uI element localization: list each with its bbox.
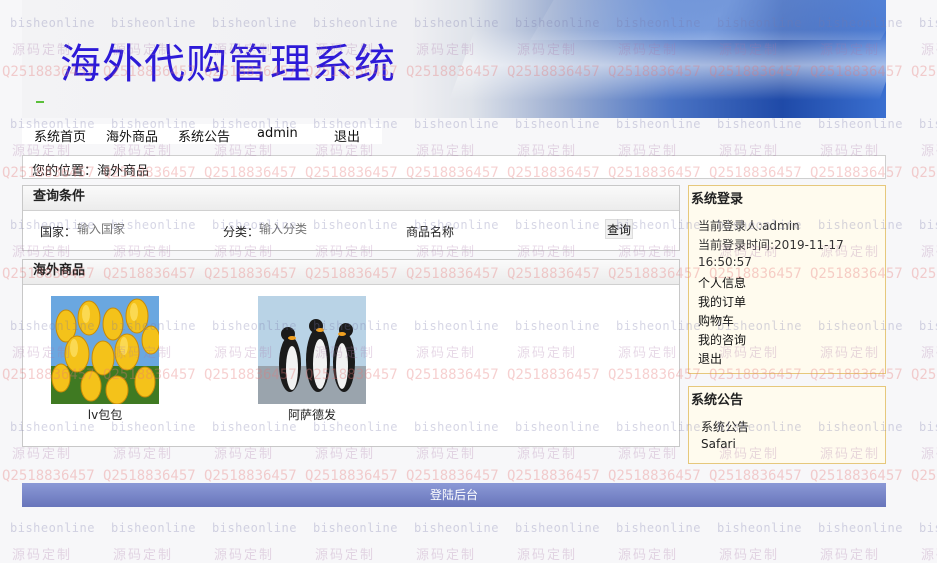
watermark-text: Q2518836457 [911, 64, 937, 80]
goods-panel: 海外商品 lv包包 阿萨德发 [22, 259, 680, 447]
watermark-text: Q2518836457 [911, 266, 937, 282]
banner-light-streak [449, 30, 886, 100]
product-name[interactable]: lv包包 [50, 406, 160, 423]
current-user: 当前登录人:admin [698, 219, 800, 233]
query-panel: 查询条件 国家： 分类： 商品名称 查询 [22, 185, 680, 251]
watermark-text: 源码定制 [618, 548, 679, 563]
watermark-text: Q2518836457 [911, 367, 937, 383]
product-name-input[interactable] [459, 219, 594, 239]
watermark-text: Q2518836457 [911, 165, 937, 181]
watermark-text: bisheonline [818, 521, 903, 535]
watermark-text: bisheonline [616, 117, 701, 131]
title-underline [36, 101, 44, 103]
watermark-text: bisheonline [818, 117, 903, 131]
watermark-text: bisheonline [717, 117, 802, 131]
link-cart[interactable]: 购物车 [698, 312, 734, 329]
watermark-text: bisheonline [919, 16, 937, 30]
penguins-photo[interactable] [258, 296, 366, 404]
watermark-text: bisheonline [10, 521, 95, 535]
watermark-text: Q2518836457 [204, 468, 297, 484]
query-panel-title: 查询条件 [23, 186, 679, 211]
notice-item[interactable]: 系统公告 [701, 418, 749, 435]
watermark-text: bisheonline [111, 521, 196, 535]
nav-notice[interactable]: 系统公告 [178, 126, 230, 145]
watermark-text: 源码定制 [517, 548, 578, 563]
watermark-text: bisheonline [919, 319, 937, 333]
watermark-text: 源码定制 [921, 548, 937, 563]
login-panel: 系统登录 当前登录人:admin 当前登录时间:2019-11-17 16:50… [688, 185, 886, 374]
watermark-text: 源码定制 [921, 144, 937, 159]
watermark-text: Q2518836457 [305, 468, 398, 484]
login-time: 当前登录时间:2019-11-17 [698, 238, 844, 252]
category-label: 分类： [223, 225, 260, 239]
watermark-text: bisheonline [717, 521, 802, 535]
watermark-text: 源码定制 [921, 43, 937, 58]
product-card[interactable]: lv包包 [50, 296, 160, 423]
nav-home[interactable]: 系统首页 [34, 126, 86, 145]
tulips-photo[interactable] [51, 296, 159, 404]
notice-panel-title: 系统公告 [691, 393, 744, 408]
goods-panel-title: 海外商品 [23, 260, 679, 285]
link-my-orders[interactable]: 我的订单 [698, 293, 746, 310]
notice-panel: 系统公告 系统公告 Safari [688, 386, 886, 464]
watermark-text: bisheonline [919, 420, 937, 434]
admin-login-link[interactable]: 登陆后台 [430, 488, 478, 502]
watermark-text: bisheonline [313, 521, 398, 535]
site-title: 海外代购管理系统 [60, 40, 396, 88]
nav-goods[interactable]: 海外商品 [106, 126, 158, 145]
header-banner: 海外代购管理系统 [22, 0, 886, 118]
notice-item[interactable]: Safari [701, 437, 736, 451]
watermark-text: bisheonline [616, 521, 701, 535]
watermark-text: 源码定制 [416, 548, 477, 563]
watermark-text: bisheonline [212, 521, 297, 535]
nav-logout[interactable]: 退出 [334, 126, 360, 145]
watermark-text: bisheonline [919, 521, 937, 535]
watermark-text: Q2518836457 [2, 468, 95, 484]
login-time-continued: 16:50:57 [698, 255, 752, 269]
product-card[interactable]: 阿萨德发 [257, 296, 367, 423]
watermark-text: bisheonline [414, 521, 499, 535]
nav-user[interactable]: admin [257, 126, 298, 141]
category-input[interactable] [259, 219, 389, 239]
watermark-text: 源码定制 [719, 548, 780, 563]
footer-bar: 登陆后台 [22, 483, 886, 507]
watermark-text: 源码定制 [12, 548, 73, 563]
link-my-inquiries[interactable]: 我的咨询 [698, 331, 746, 348]
link-logout[interactable]: 退出 [698, 350, 722, 367]
watermark-text: bisheonline [919, 117, 937, 131]
watermark-text: 源码定制 [921, 245, 937, 260]
watermark-text: bisheonline [919, 218, 937, 232]
main-nav: 系统首页 海外商品 系统公告 admin 退出 [22, 124, 382, 145]
country-label: 国家： [40, 225, 77, 239]
watermark-text: 源码定制 [921, 346, 937, 361]
watermark-text: Q2518836457 [810, 468, 903, 484]
watermark-text: 源码定制 [921, 447, 937, 462]
link-profile[interactable]: 个人信息 [698, 274, 746, 291]
watermark-text: Q2518836457 [608, 468, 701, 484]
watermark-text: bisheonline [515, 521, 600, 535]
watermark-text: bisheonline [414, 117, 499, 131]
product-name[interactable]: 阿萨德发 [257, 406, 367, 423]
product-name-label: 商品名称 [406, 225, 455, 239]
breadcrumb: 您的位置：海外商品 [22, 155, 886, 179]
country-input[interactable] [77, 219, 207, 239]
breadcrumb-text: 您的位置：海外商品 [32, 164, 150, 179]
watermark-text: 源码定制 [820, 548, 881, 563]
watermark-text: 源码定制 [214, 548, 275, 563]
watermark-text: bisheonline [515, 117, 600, 131]
search-button[interactable]: 查询 [605, 219, 633, 239]
watermark-text: Q2518836457 [406, 468, 499, 484]
watermark-text: 源码定制 [315, 548, 376, 563]
login-panel-title: 系统登录 [691, 192, 744, 207]
watermark-text: Q2518836457 [507, 468, 600, 484]
watermark-text: Q2518836457 [103, 468, 196, 484]
watermark-text: 源码定制 [113, 548, 174, 563]
watermark-text: Q2518836457 [709, 468, 802, 484]
watermark-text: Q2518836457 [911, 468, 937, 484]
